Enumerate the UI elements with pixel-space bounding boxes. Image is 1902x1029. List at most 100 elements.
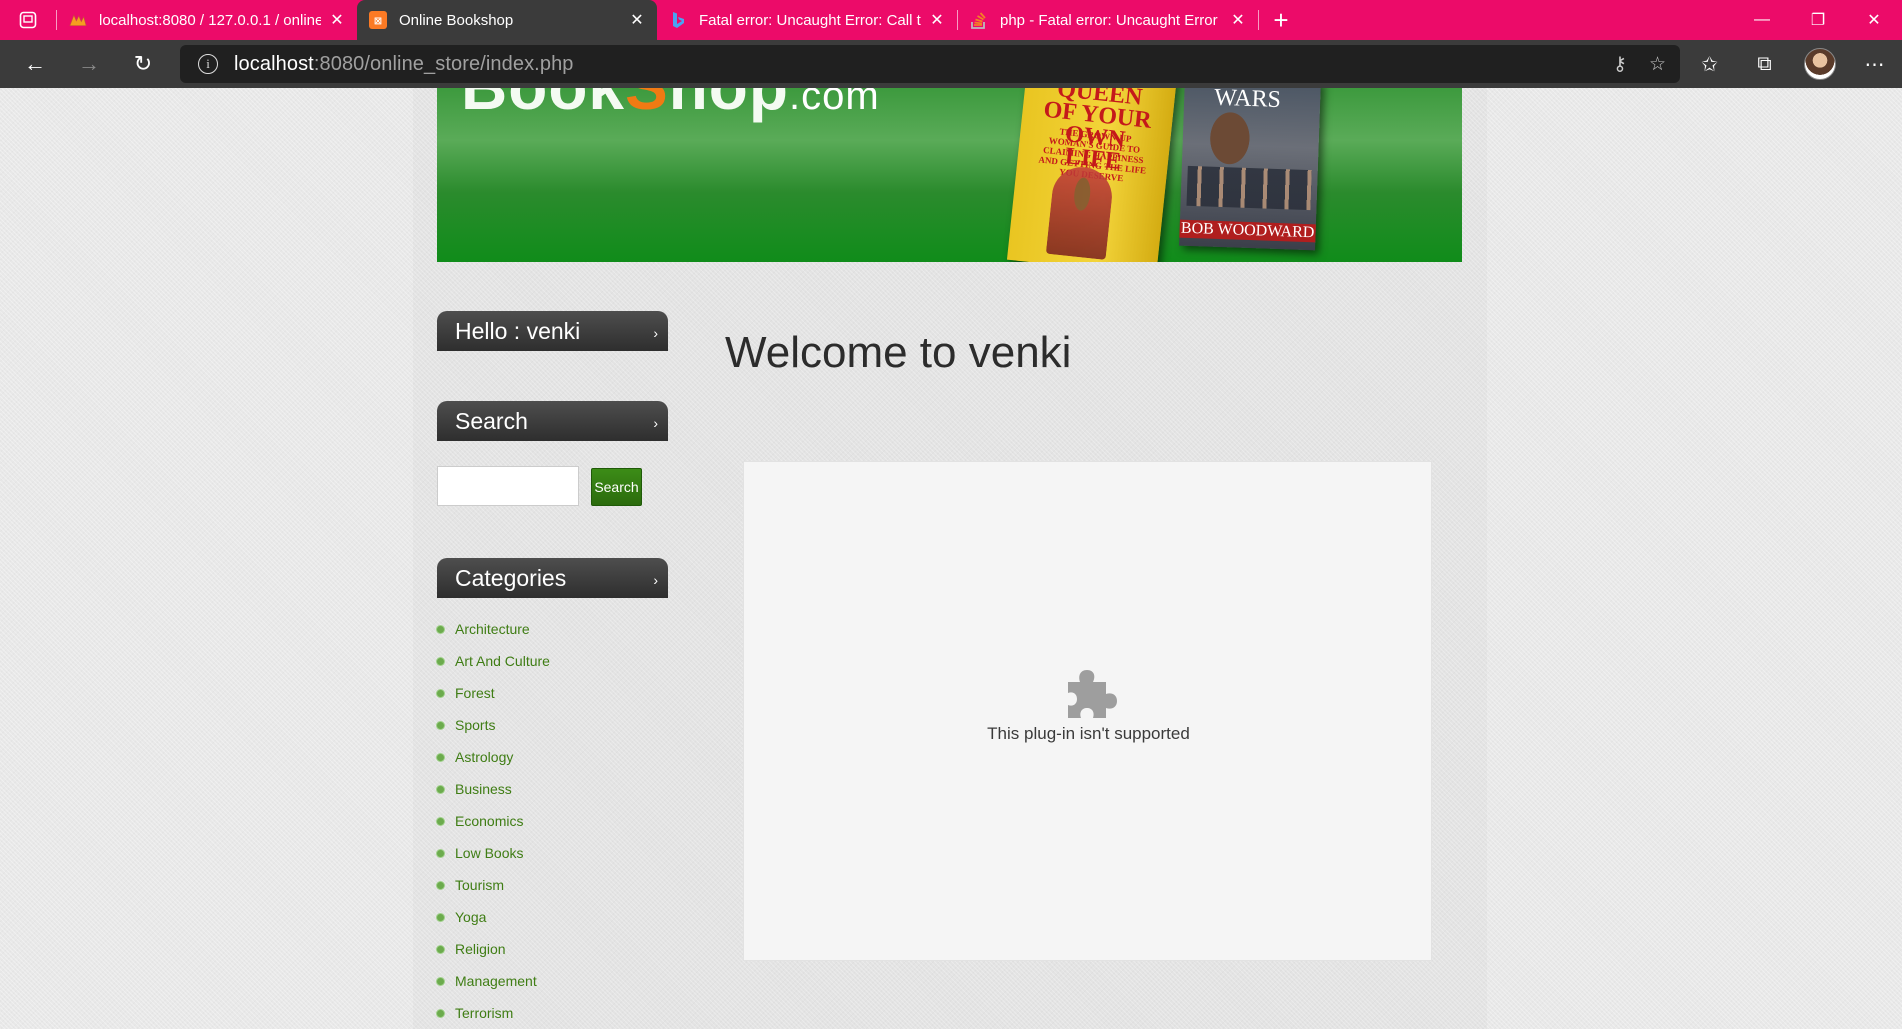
category-item[interactable]: Terrorism — [437, 997, 550, 1029]
bullet-icon — [437, 625, 444, 633]
category-link[interactable]: Religion — [455, 941, 506, 957]
category-item[interactable]: Economics — [437, 805, 550, 837]
svg-text:⊠: ⊠ — [374, 16, 382, 27]
tab-phpmyadmin[interactable]: localhost:8080 / 127.0.0.1 / online_stor… — [57, 0, 357, 40]
book2-crowd — [1186, 165, 1312, 211]
xampp-icon: ⊠ — [369, 11, 387, 29]
categories-heading: Categories — [455, 565, 567, 591]
collections-icon[interactable]: ⧉ — [1737, 53, 1792, 76]
plugin-placeholder: This plug-in isn't supported — [743, 461, 1432, 961]
category-item[interactable]: Astrology — [437, 741, 550, 773]
category-item[interactable]: Forest — [437, 677, 550, 709]
category-link[interactable]: Art And Culture — [455, 653, 550, 669]
puzzle-piece-icon — [1068, 670, 1117, 718]
logo-suffix: .com — [788, 88, 880, 118]
tab-bing-search[interactable]: Fatal error: Uncaught Error: Call to ✕ — [657, 0, 957, 40]
logo-text: BookShop — [461, 88, 789, 123]
browser-toolbar: ← → ↻ i localhost:8080/online_store/inde… — [0, 40, 1902, 88]
search-button[interactable]: Search — [591, 468, 642, 506]
bullet-icon — [437, 753, 444, 761]
tab-online-bookshop[interactable]: ⊠ Online Bookshop ✕ — [357, 0, 657, 40]
site-info-icon[interactable]: i — [198, 54, 218, 74]
category-link[interactable]: Business — [455, 781, 512, 797]
more-menu-icon[interactable]: ⋯ — [1847, 52, 1902, 77]
site-banner: BookShop.com QUEEN OF YOUR OWN LIFE THE … — [437, 88, 1462, 262]
tab-title: php - Fatal error: Uncaught Error — [1000, 11, 1218, 29]
category-link[interactable]: Management — [455, 973, 537, 989]
search-input[interactable] — [437, 466, 579, 506]
category-link[interactable]: Sports — [455, 717, 495, 733]
page-viewport: BookShop.com QUEEN OF YOUR OWN LIFE THE … — [0, 88, 1902, 1029]
bing-icon — [669, 11, 687, 29]
search-box-header: Search › — [437, 401, 668, 441]
address-bar[interactable]: i localhost:8080/online_store/index.php … — [180, 45, 1680, 83]
category-item[interactable]: Business — [437, 773, 550, 805]
bullet-icon — [437, 913, 444, 921]
search-heading: Search — [455, 408, 528, 434]
close-tab-icon[interactable]: ✕ — [1230, 10, 1246, 30]
close-window-icon[interactable]: ✕ — [1846, 0, 1902, 40]
tab-stackoverflow[interactable]: php - Fatal error: Uncaught Error ✕ — [958, 0, 1258, 40]
tab-title: Fatal error: Uncaught Error: Call to — [699, 11, 921, 29]
forward-icon[interactable]: → — [62, 40, 116, 88]
category-item[interactable]: Sports — [437, 709, 550, 741]
welcome-heading: Welcome to venki — [725, 328, 1072, 377]
bullet-icon — [437, 945, 444, 953]
add-favorite-icon[interactable]: ☆ — [1649, 53, 1666, 76]
url-host: localhost — [234, 52, 314, 75]
workspaces-icon[interactable] — [0, 0, 56, 40]
window-controls: — ❐ ✕ — [1734, 0, 1902, 40]
category-link[interactable]: Architecture — [455, 621, 530, 637]
book2-author: BOB WOODWARD — [1179, 219, 1316, 243]
category-link[interactable]: Economics — [455, 813, 523, 829]
password-key-icon[interactable]: ⚷ — [1613, 53, 1627, 76]
favorites-icon[interactable]: ✩ — [1682, 52, 1737, 77]
hello-label: Hello : venki — [455, 318, 581, 344]
address-bar-actions: ⚷ ☆ — [1613, 45, 1666, 83]
site-logo[interactable]: BookShop.com — [461, 88, 880, 124]
minimize-icon[interactable]: — — [1734, 0, 1790, 40]
bullet-icon — [437, 881, 444, 889]
close-tab-icon[interactable]: ✕ — [929, 10, 945, 30]
new-tab-button[interactable]: + — [1259, 0, 1303, 40]
category-link[interactable]: Astrology — [455, 749, 513, 765]
category-link[interactable]: Terrorism — [455, 1005, 513, 1021]
bullet-icon — [437, 721, 444, 729]
category-item[interactable]: Tourism — [437, 869, 550, 901]
plugin-message: This plug-in isn't supported — [987, 724, 1190, 743]
restore-icon[interactable]: ❐ — [1790, 0, 1846, 40]
bullet-icon — [437, 657, 444, 665]
close-tab-icon[interactable]: ✕ — [329, 10, 345, 30]
back-icon[interactable]: ← — [8, 40, 62, 88]
bullet-icon — [437, 689, 444, 697]
browser-tab-bar: localhost:8080 / 127.0.0.1 / online_stor… — [0, 0, 1902, 40]
bullet-icon — [437, 785, 444, 793]
tab-title: Online Bookshop — [399, 11, 514, 29]
category-item[interactable]: Architecture — [437, 613, 550, 645]
category-link[interactable]: Forest — [455, 685, 495, 701]
category-item[interactable]: Art And Culture — [437, 645, 550, 677]
category-item[interactable]: Low Books — [437, 837, 550, 869]
category-item[interactable]: Religion — [437, 933, 550, 965]
close-tab-icon[interactable]: ✕ — [629, 10, 645, 30]
bullet-icon — [437, 849, 444, 857]
logo-accent-letter: S — [625, 88, 669, 123]
book1-figure — [1045, 164, 1115, 260]
url-text[interactable]: localhost:8080/online_store/index.php — [234, 53, 574, 76]
hello-box: Hello : venki › — [437, 311, 668, 351]
bullet-icon — [437, 817, 444, 825]
categories-header: Categories › — [437, 558, 668, 598]
profile-avatar[interactable] — [1792, 48, 1847, 80]
category-link[interactable]: Tourism — [455, 877, 504, 893]
category-link[interactable]: Low Books — [455, 845, 523, 861]
phpmyadmin-icon — [69, 11, 87, 29]
category-item[interactable]: Yoga — [437, 901, 550, 933]
tab-title: localhost:8080 / 127.0.0.1 / online_stor… — [99, 11, 321, 29]
category-item[interactable]: Management — [437, 965, 550, 997]
category-list: Architecture Art And Culture Forest Spor… — [437, 613, 550, 1029]
category-link[interactable]: Yoga — [455, 909, 486, 925]
avatar — [1803, 48, 1836, 80]
book-cover-wars: WARS BOB WOODWARD — [1179, 88, 1321, 251]
refresh-icon[interactable]: ↻ — [116, 40, 170, 88]
bullet-icon — [437, 977, 444, 985]
